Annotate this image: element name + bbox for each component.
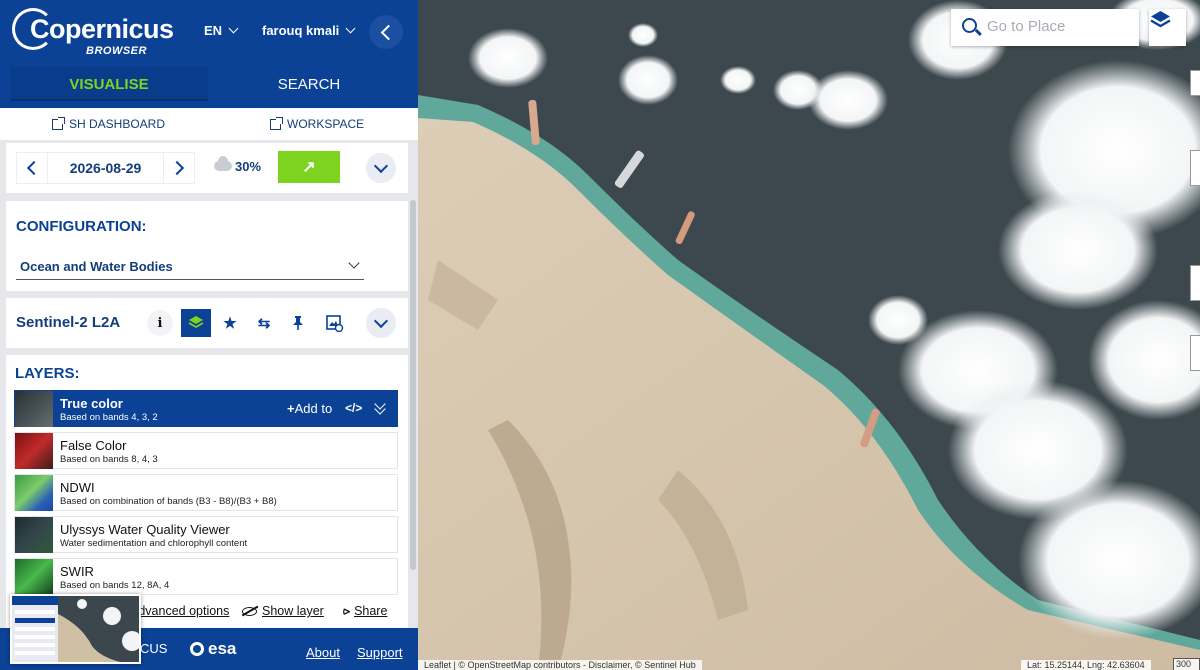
dataset-title: Sentinel-2 L2A	[16, 314, 121, 331]
layer-name: NDWI	[60, 480, 95, 495]
map-control-edge[interactable]	[1190, 335, 1200, 371]
map-attribution[interactable]: Leaflet | © OpenStreetMap contributors -…	[418, 660, 702, 670]
layer-description: Based on combination of bands (B3 - B8)/…	[60, 496, 277, 507]
layers-icon[interactable]	[181, 309, 211, 337]
layer-description: Based on bands 4, 3, 2	[60, 412, 158, 423]
layer-name: Ulyssys Water Quality Viewer	[60, 522, 230, 537]
layer-thumbnail	[15, 517, 53, 553]
external-link-icon	[270, 116, 283, 130]
layer-name: False Color	[60, 438, 127, 453]
star-icon[interactable]: ★	[215, 309, 245, 337]
configuration-value: Ocean and Water Bodies	[20, 259, 173, 274]
tab-visualise[interactable]: VISUALISE	[10, 67, 208, 101]
links-row: SH DASHBOARD WORKSPACE	[0, 108, 418, 140]
plus-icon: +	[287, 401, 295, 416]
satellite-map[interactable]: Leaflet | © OpenStreetMap contributors -…	[418, 0, 1200, 670]
esa-icon	[190, 642, 204, 656]
show-layer-link[interactable]: Show layer	[241, 604, 324, 618]
user-menu[interactable]: farouq kmali	[262, 23, 356, 38]
map-control-edge[interactable]	[1190, 70, 1200, 96]
go-to-place-search[interactable]	[951, 9, 1139, 46]
apply-date-button[interactable]: ↗	[278, 151, 340, 183]
layers-icon	[1150, 11, 1171, 28]
advanced-options-link[interactable]: Advanced options	[130, 604, 229, 618]
footer-copernicus-logo: CUS	[140, 641, 168, 656]
configuration-select[interactable]: Ocean and Water Bodies	[16, 256, 364, 280]
expand-date-button[interactable]	[366, 153, 396, 183]
sh-dashboard-link[interactable]: SH DASHBOARD	[52, 116, 165, 131]
minimap-thumbnail[interactable]	[10, 594, 141, 664]
configuration-title: CONFIGURATION:	[16, 218, 147, 235]
configuration-panel: CONFIGURATION: Ocean and Water Bodies	[6, 201, 408, 291]
esa-logo: esa	[190, 639, 236, 659]
layer-description: Water sedimentation and chlorophyll cont…	[60, 538, 248, 549]
chevron-down-icon	[348, 257, 360, 269]
double-chevron-down-icon[interactable]	[373, 399, 387, 417]
sidebar-scrollbar[interactable]	[410, 200, 416, 570]
download-image-icon[interactable]	[320, 309, 350, 337]
about-link[interactable]: About	[306, 645, 340, 660]
expand-dataset-button[interactable]	[366, 308, 396, 338]
map-control-edge[interactable]	[1190, 265, 1200, 301]
date-input[interactable]: 2026-08-29	[48, 152, 163, 184]
workspace-link[interactable]: WORKSPACE	[270, 116, 364, 131]
layer-description: Based on bands 8, 4, 3	[60, 454, 158, 465]
layer-thumbnail	[15, 559, 53, 595]
share-link[interactable]: ⪧ Share	[343, 604, 387, 619]
map-coordinates: Lat: 15.25144, Lng: 42.63604	[1021, 660, 1151, 670]
pin-icon[interactable]	[283, 309, 313, 337]
layer-item-ndwi[interactable]: NDWI Based on combination of bands (B3 -…	[14, 474, 398, 511]
map-scale: 300	[1173, 658, 1200, 670]
layer-item-false-color[interactable]: False Color Based on bands 8, 4, 3	[14, 432, 398, 469]
layer-name: SWIR	[60, 564, 94, 579]
layer-item-swir[interactable]: SWIR Based on bands 12, 8A, 4	[14, 558, 398, 595]
next-date-button[interactable]	[163, 152, 195, 184]
cloud-icon	[214, 156, 232, 171]
top-bar: Copernicus BROWSER EN farouq kmali VISUA…	[0, 0, 418, 108]
collapse-sidebar-button[interactable]	[369, 15, 403, 49]
layer-item-ulyssys[interactable]: Ulyssys Water Quality Viewer Water sedim…	[14, 516, 398, 553]
chevron-down-icon	[228, 23, 239, 34]
map-layers-button[interactable]	[1149, 9, 1186, 46]
search-icon	[962, 18, 977, 33]
layers-title: LAYERS:	[15, 365, 80, 382]
external-link-icon	[52, 116, 65, 130]
compare-icon[interactable]: ⇆	[249, 309, 279, 337]
support-link[interactable]: Support	[357, 645, 403, 660]
dataset-panel: Sentinel-2 L2A i ★ ⇆	[6, 298, 408, 348]
date-panel: 2026-08-29 30% ↗	[6, 143, 408, 193]
brand-name: Copernicus	[30, 14, 174, 44]
layer-description: Based on bands 12, 8A, 4	[60, 580, 170, 591]
layer-thumbnail	[15, 475, 53, 511]
chevron-down-icon	[345, 23, 356, 34]
satellite-imagery	[418, 0, 1200, 670]
layers-panel: LAYERS: True color Based on bands 4, 3, …	[6, 355, 408, 630]
layer-item-true-color[interactable]: True color Based on bands 4, 3, 2 +Add t…	[14, 390, 398, 427]
tab-search[interactable]: SEARCH	[210, 67, 408, 101]
share-icon: ⪧	[343, 604, 351, 618]
add-to-button[interactable]: +Add to	[287, 401, 332, 416]
language-select[interactable]: EN	[204, 23, 239, 38]
layer-thumbnail	[15, 391, 53, 427]
sidebar-panel: Copernicus BROWSER EN farouq kmali VISUA…	[0, 0, 418, 670]
code-icon[interactable]: </>	[345, 401, 362, 415]
layer-thumbnail	[15, 433, 53, 469]
eye-off-icon	[241, 605, 259, 617]
brand-subtitle: BROWSER	[86, 45, 147, 57]
info-icon[interactable]: i	[147, 310, 173, 336]
search-input[interactable]	[987, 18, 1132, 35]
cloud-cover-value[interactable]: 30%	[235, 159, 261, 174]
map-control-edge[interactable]	[1190, 150, 1200, 186]
previous-date-button[interactable]	[16, 152, 48, 184]
layer-name: True color	[60, 396, 123, 411]
